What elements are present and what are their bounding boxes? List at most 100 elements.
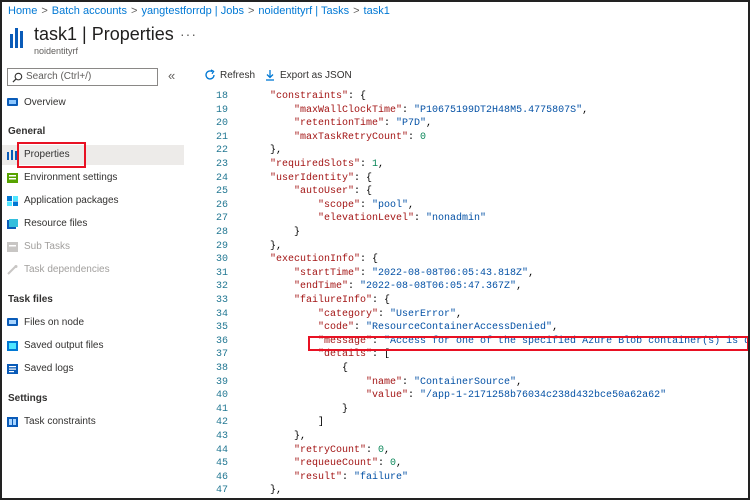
- breadcrumb: Home > Batch accounts > yangtestforrdp | Job…: [8, 5, 390, 17]
- export-json-button[interactable]: Export as JSON: [266, 70, 352, 81]
- section-heading-settings: Settings: [8, 393, 48, 404]
- code-line: 40 "value": "/app-1-2171258b76034c238d432…: [198, 389, 748, 403]
- code-token: },: [270, 145, 283, 157]
- code-line: 27 "elevationLevel": "nonadmin": [198, 212, 748, 226]
- code-token: : {: [348, 91, 367, 102]
- code-line: 33 "failureInfo": {: [198, 294, 748, 308]
- sidebar-item-label: Application packages: [24, 195, 119, 206]
- code-token: "ContainerSource": [414, 376, 517, 388]
- code-text: ]: [318, 416, 324, 430]
- code-text: "requiredSlots": 1,: [270, 158, 384, 172]
- breadcrumb-jobs[interactable]: yangtestforrdp | Jobs: [141, 5, 244, 17]
- code-token: :: [366, 444, 379, 456]
- code-token: "pool": [372, 199, 409, 211]
- logs-icon: [7, 364, 18, 374]
- code-text: "endTime": "2022-08-08T06:05:47.367Z",: [294, 280, 522, 294]
- search-input[interactable]: Search (Ctrl+/): [7, 68, 158, 86]
- sidebar-item-overview[interactable]: Overview: [2, 93, 184, 113]
- collapse-sidebar-button[interactable]: «: [168, 68, 175, 83]
- line-number: 33: [215, 295, 228, 306]
- code-line: 34 "category": "UserError",: [198, 308, 748, 322]
- code-token: : {: [354, 186, 373, 198]
- code-text: "startTime": "2022-08-08T06:05:43.818Z",: [294, 267, 534, 281]
- environment-icon: [7, 173, 18, 183]
- portal-window: Home > Batch accounts > yangtestforrdp | Job…: [0, 0, 750, 500]
- code-token: :: [402, 104, 415, 116]
- sidebar-item-task-constraints[interactable]: Task constraints: [2, 412, 184, 432]
- code-token: :: [402, 376, 415, 388]
- sidebar-item-sub-tasks[interactable]: Sub Tasks: [2, 237, 184, 257]
- breadcrumb-home[interactable]: Home: [8, 5, 37, 17]
- sidebar-item-application-packages[interactable]: Application packages: [2, 191, 184, 211]
- breadcrumb-tasks[interactable]: noidentityrf | Tasks: [258, 5, 349, 17]
- line-number: 32: [215, 281, 228, 293]
- code-token: :: [342, 471, 355, 483]
- code-token: ,: [378, 159, 385, 170]
- code-token: "ResourceContainerAccessDenied": [366, 322, 553, 334]
- line-number: 31: [215, 267, 228, 279]
- code-token: "autoUser": [294, 186, 355, 198]
- code-line: 44 "retryCount": 0,: [198, 444, 748, 458]
- sidebar-item-environment-settings[interactable]: Environment settings: [2, 168, 184, 188]
- code-token: : {: [372, 295, 391, 306]
- code-token: "/app-1-2171258b76034c238d432bce50a62a62…: [420, 390, 667, 402]
- code-text: "constraints": {: [270, 90, 366, 104]
- line-number: 18: [215, 91, 228, 102]
- json-code-editor[interactable]: 18 "constraints": {19 "maxWallClockTime": …: [198, 90, 748, 498]
- search-placeholder: Search (Ctrl+/): [26, 71, 92, 82]
- code-token: ,: [528, 267, 535, 279]
- code-line: 25 "autoUser": {: [198, 185, 748, 199]
- code-token: }: [342, 403, 349, 415]
- code-token: {: [342, 363, 349, 374]
- subtasks-icon: [7, 242, 18, 252]
- code-token: "executionInfo": [270, 254, 361, 266]
- code-token: :: [408, 131, 421, 143]
- sidebar-item-task-dependencies[interactable]: Task dependencies: [2, 260, 184, 280]
- line-number: 23: [215, 159, 228, 170]
- refresh-button[interactable]: Refresh: [205, 69, 255, 81]
- code-token: :: [360, 267, 373, 279]
- code-text: "category": "UserError",: [318, 308, 462, 322]
- line-number: 36: [215, 335, 228, 347]
- code-text: "value": "/app-1-2171258b76034c238d432bc…: [366, 389, 666, 403]
- code-text: }: [342, 403, 348, 417]
- code-text: "autoUser": {: [294, 185, 372, 199]
- code-text: "retentionTime": "P7D",: [294, 117, 432, 131]
- code-token: "startTime": [294, 267, 361, 279]
- code-token: "maxTaskRetryCount": [294, 131, 409, 143]
- code-token: :: [414, 213, 427, 225]
- code-text: "name": "ContainerSource",: [366, 376, 522, 390]
- code-line: 42]: [198, 416, 748, 430]
- code-token: "requeueCount": [294, 458, 379, 470]
- line-number: 44: [215, 444, 228, 456]
- code-line: 39 "name": "ContainerSource",: [198, 376, 748, 390]
- breadcrumb-separator: >: [247, 5, 255, 17]
- sidebar-item-saved-output-files[interactable]: Saved output files: [2, 336, 184, 356]
- code-line: 46 "result": "failure": [198, 471, 748, 485]
- line-number: 29: [215, 240, 228, 252]
- code-line: 28}: [198, 226, 748, 240]
- line-number: 47: [215, 485, 228, 497]
- code-token: 0: [420, 131, 427, 143]
- code-line: 26 "scope": "pool",: [198, 199, 748, 213]
- code-token: ,: [408, 199, 415, 211]
- page-title: task1 | Properties: [34, 24, 174, 44]
- sidebar-item-label: Task dependencies: [24, 264, 110, 275]
- code-token: "userIdentity": [270, 172, 355, 184]
- dependencies-icon: [7, 265, 18, 275]
- more-options-button[interactable]: ···: [180, 26, 197, 42]
- sidebar-item-files-on-node[interactable]: Files on node: [2, 313, 184, 333]
- properties-bars-icon: [10, 28, 26, 48]
- code-token: "P10675199DT2H48M5.4775807S": [414, 104, 583, 116]
- breadcrumb-batch-accounts[interactable]: Batch accounts: [52, 5, 127, 17]
- line-number: 46: [215, 471, 228, 483]
- line-number: 28: [215, 227, 228, 238]
- code-line: 29},: [198, 240, 748, 254]
- sidebar-item-label: Files on node: [24, 317, 85, 328]
- sidebar-item-saved-logs[interactable]: Saved logs: [2, 359, 184, 379]
- breadcrumb-task1[interactable]: task1: [364, 5, 390, 17]
- code-token: : {: [360, 254, 379, 266]
- code-token: :: [348, 281, 361, 293]
- code-line: 47},: [198, 484, 748, 498]
- sidebar-item-resource-files[interactable]: Resource files: [2, 214, 184, 234]
